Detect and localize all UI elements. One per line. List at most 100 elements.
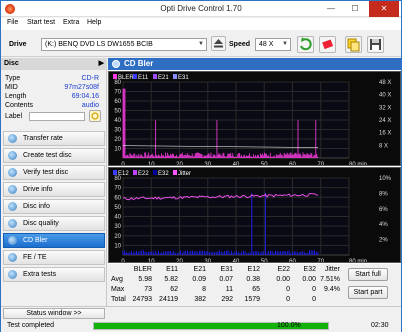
- nav-drive-info[interactable]: Drive info: [3, 182, 105, 197]
- nav-verify-test-disc[interactable]: Verify test disc: [3, 165, 105, 180]
- legend-label: E22: [138, 171, 149, 177]
- stats-cell: 0.00: [276, 276, 290, 283]
- legend-label: E12: [118, 171, 129, 177]
- nav-disc-info[interactable]: Disc info: [3, 199, 105, 214]
- stats-cell: 1579: [244, 296, 260, 303]
- refresh-icon: [91, 112, 99, 120]
- label-edit-button[interactable]: [89, 110, 101, 122]
- stats-col-e11: E11: [166, 266, 178, 273]
- y2-tick-label: 40 X: [379, 93, 391, 99]
- maximize-button[interactable]: ☐: [345, 1, 365, 17]
- stats-cell: 0: [312, 286, 316, 293]
- x-tick-label: 20: [176, 162, 183, 166]
- stats-cell: 0: [286, 286, 290, 293]
- y2-tick-label: 32 X: [379, 105, 391, 111]
- disc-label-key: Label: [5, 113, 23, 120]
- y2-tick-label: 6%: [379, 207, 388, 213]
- refresh-button[interactable]: [297, 36, 314, 53]
- y-tick-label: 30: [114, 128, 121, 134]
- speed-label: Speed: [229, 41, 251, 48]
- disc-mid-value: 97m27s08f: [64, 84, 99, 91]
- erase-button[interactable]: [319, 36, 336, 53]
- copy-button[interactable]: [345, 36, 362, 53]
- disc-length-key: Length: [5, 93, 27, 100]
- nav-create-test-disc[interactable]: Create test disc: [3, 148, 105, 163]
- legend-swatch: [133, 170, 137, 175]
- menu-extra[interactable]: Extra: [63, 19, 79, 26]
- y-tick-label: 70: [114, 90, 121, 96]
- y2-tick-label: 48 X: [379, 80, 391, 86]
- disc-contents-row: Contents audio: [5, 101, 99, 110]
- nav-fe-te[interactable]: FE / TE: [3, 250, 105, 265]
- disc-label-input[interactable]: [29, 112, 85, 121]
- nav-label: CD Bler: [23, 237, 48, 244]
- speed-select[interactable]: 48 X ▼: [255, 38, 291, 51]
- disc-mid-key: MID: [5, 84, 18, 91]
- stats-cell: 0: [312, 296, 316, 303]
- disc-length-value: 69:04.16: [71, 93, 99, 100]
- verify-disc-icon: [8, 168, 17, 177]
- eject-button[interactable]: [211, 36, 226, 51]
- disc-type-value: CD-R: [81, 75, 100, 82]
- drive-select[interactable]: (K:) BENQ DVD LS DW1655 BCIB ▼: [41, 38, 207, 51]
- stats-cell: 5.82: [164, 276, 178, 283]
- stats-cell: 0.00: [302, 276, 316, 283]
- y-tick-label: 50: [114, 205, 121, 211]
- speed-select-value: 48 X: [259, 41, 274, 48]
- x-tick-label: 80 min: [349, 162, 367, 166]
- y2-tick-label: 24 X: [379, 118, 391, 124]
- eject-icon: [214, 39, 223, 48]
- y-tick-label: 30: [114, 224, 121, 230]
- arrow-right-icon[interactable]: ▶: [99, 58, 104, 70]
- legend-label: Jitter: [178, 171, 191, 177]
- y2-tick-label: 16 X: [379, 131, 391, 137]
- stats-cell: 24119: [159, 296, 178, 303]
- menu-help[interactable]: Help: [87, 19, 101, 26]
- x-tick-label: 30: [204, 162, 211, 166]
- y2-tick-label: 10%: [379, 176, 392, 182]
- menu-start-test[interactable]: Start test: [27, 19, 55, 26]
- start-full-button[interactable]: Start full: [348, 268, 388, 281]
- app-window: Opti Drive Control 1.70 — ☐ ✕ File Start…: [0, 0, 402, 332]
- stats-cell: 0.07: [219, 276, 233, 283]
- stats-cell: 11: [225, 286, 233, 293]
- x-tick-label: 30: [204, 259, 211, 263]
- status-window-button[interactable]: Status window >>: [3, 308, 105, 319]
- cd-bler-icon: [8, 236, 17, 245]
- legend-label: E21: [158, 75, 169, 81]
- save-button[interactable]: [367, 36, 384, 53]
- chevron-down-icon: ▼: [282, 41, 288, 47]
- stats-cell: 62: [170, 286, 178, 293]
- legend-swatch: [153, 170, 157, 175]
- legend-label: E11: [138, 75, 149, 81]
- nav-cd-bler[interactable]: CD Bler: [3, 233, 105, 248]
- disc-header-label: Disc: [4, 60, 19, 67]
- start-part-button[interactable]: Start part: [348, 286, 388, 299]
- stats-cell: 0: [286, 296, 290, 303]
- drive-select-value: (K:) BENQ DVD LS DW1655 BCIB: [45, 41, 153, 48]
- stats-cell: 24793: [132, 296, 152, 303]
- title-bar: Opti Drive Control 1.70 — ☐ ✕: [1, 1, 401, 17]
- legend-label: E31: [178, 75, 189, 81]
- close-button[interactable]: ✕: [369, 1, 399, 17]
- nav-extra-tests[interactable]: Extra tests: [3, 267, 105, 282]
- chevron-down-icon: ▼: [198, 41, 204, 47]
- legend-label: E32: [158, 171, 169, 177]
- x-tick-label: 50: [261, 162, 268, 166]
- stats-col-e31: E31: [220, 266, 233, 273]
- disc-contents-key: Contents: [5, 102, 34, 109]
- y-tick-label: 40: [114, 118, 121, 124]
- nav-disc-quality[interactable]: Disc quality: [3, 216, 105, 231]
- legend-swatch: [113, 74, 117, 79]
- x-tick-label: 60: [289, 162, 296, 166]
- disc-type-row: Type CD-R: [5, 74, 99, 83]
- stats-row-label: Avg: [111, 276, 123, 283]
- menu-file[interactable]: File: [7, 19, 18, 26]
- stats-cell: 292: [221, 296, 233, 303]
- y-tick-label: 10: [114, 243, 121, 249]
- eraser-icon: [322, 39, 334, 50]
- minimize-button[interactable]: —: [321, 1, 341, 17]
- stats-panel: BLER E11 E21 E31 E12 E22 E32 Jitter Avg 5.98 5.82…: [108, 264, 401, 306]
- status-bar: Status window >> Test completed 100.0% 0…: [1, 306, 401, 332]
- nav-transfer-rate[interactable]: Transfer rate: [3, 131, 105, 146]
